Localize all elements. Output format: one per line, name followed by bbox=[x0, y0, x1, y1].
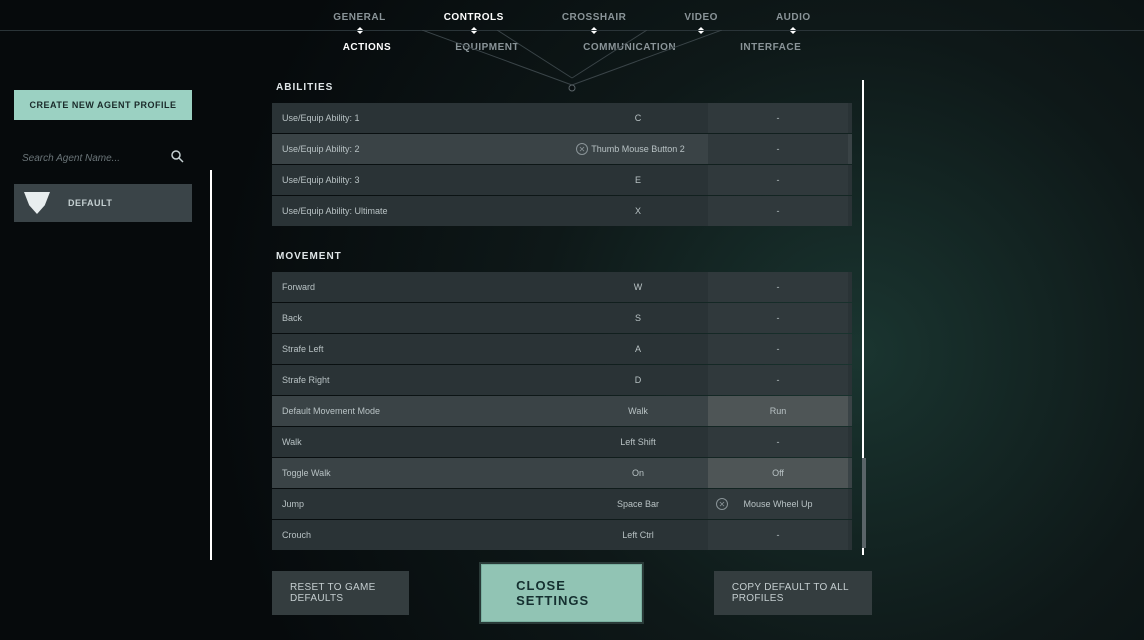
binding-row: Toggle WalkOnOff bbox=[272, 458, 852, 488]
tab-crosshair[interactable]: CROSSHAIR bbox=[562, 8, 627, 27]
sub-tabs: ACTIONS EQUIPMENT COMMUNICATION INTERFACE bbox=[0, 30, 1144, 61]
binding-label: Use/Equip Ability: 3 bbox=[272, 165, 568, 195]
subtab-equipment[interactable]: EQUIPMENT bbox=[455, 42, 519, 53]
binding-label: Strafe Right bbox=[272, 365, 568, 395]
binding-primary[interactable]: W bbox=[568, 272, 708, 302]
binding-label: Forward bbox=[272, 272, 568, 302]
binding-primary[interactable]: Left Ctrl bbox=[568, 520, 708, 550]
clear-binding-icon[interactable]: ✕ bbox=[576, 143, 588, 155]
binding-label: Use/Equip Ability: 1 bbox=[272, 103, 568, 133]
binding-row: JumpSpace Bar✕Mouse Wheel Up bbox=[272, 489, 852, 519]
sidebar: CREATE NEW AGENT PROFILE DEFAULT bbox=[14, 90, 192, 222]
settings-content: ABILITIESUse/Equip Ability: 1C-Use/Equip… bbox=[272, 78, 852, 556]
copy-profiles-button[interactable]: COPY DEFAULT TO ALL PROFILES bbox=[714, 571, 872, 615]
binding-primary[interactable]: Walk bbox=[568, 396, 708, 426]
create-profile-button[interactable]: CREATE NEW AGENT PROFILE bbox=[14, 90, 192, 120]
binding-primary[interactable]: On bbox=[568, 458, 708, 488]
tab-audio[interactable]: AUDIO bbox=[776, 8, 811, 27]
binding-row: Use/Equip Ability: UltimateX- bbox=[272, 196, 852, 226]
binding-label: Back bbox=[272, 303, 568, 333]
binding-label: Use/Equip Ability: 2 bbox=[272, 134, 568, 164]
binding-secondary[interactable]: - bbox=[708, 303, 848, 333]
subtab-communication[interactable]: COMMUNICATION bbox=[583, 42, 676, 53]
binding-row: Default Movement ModeWalkRun bbox=[272, 396, 852, 426]
clear-binding-icon[interactable]: ✕ bbox=[716, 498, 728, 510]
main-tabs: GENERAL CONTROLS CROSSHAIR VIDEO AUDIO bbox=[0, 0, 1144, 30]
binding-secondary[interactable]: - bbox=[708, 272, 848, 302]
tab-controls[interactable]: CONTROLS bbox=[444, 8, 504, 27]
binding-label: Crouch bbox=[272, 520, 568, 550]
binding-primary[interactable]: X bbox=[568, 196, 708, 226]
binding-secondary[interactable]: - bbox=[708, 427, 848, 457]
section-title: ABILITIES bbox=[276, 82, 852, 93]
binding-secondary[interactable]: - bbox=[708, 134, 848, 164]
binding-secondary[interactable]: - bbox=[708, 103, 848, 133]
binding-row: Use/Equip Ability: 2✕Thumb Mouse Button … bbox=[272, 134, 852, 164]
valorant-logo-icon bbox=[24, 192, 50, 214]
binding-row: Strafe RightD- bbox=[272, 365, 852, 395]
subtab-actions[interactable]: ACTIONS bbox=[343, 42, 392, 53]
binding-primary[interactable]: Left Shift bbox=[568, 427, 708, 457]
binding-secondary[interactable]: - bbox=[708, 365, 848, 395]
reset-defaults-button[interactable]: RESET TO GAME DEFAULTS bbox=[272, 571, 409, 615]
binding-primary[interactable]: C bbox=[568, 103, 708, 133]
search-icon[interactable] bbox=[171, 150, 184, 166]
binding-row: Strafe LeftA- bbox=[272, 334, 852, 364]
binding-label: Strafe Left bbox=[272, 334, 568, 364]
binding-label: Jump bbox=[272, 489, 568, 519]
binding-label: Default Movement Mode bbox=[272, 396, 568, 426]
binding-secondary[interactable]: - bbox=[708, 520, 848, 550]
binding-secondary[interactable]: - bbox=[708, 196, 848, 226]
scrollbar-thumb[interactable] bbox=[862, 458, 866, 548]
subtab-interface[interactable]: INTERFACE bbox=[740, 42, 801, 53]
binding-secondary[interactable]: Off bbox=[708, 458, 848, 488]
binding-row: CrouchLeft Ctrl- bbox=[272, 520, 852, 550]
profile-item-default[interactable]: DEFAULT bbox=[14, 184, 192, 222]
binding-label: Use/Equip Ability: Ultimate bbox=[272, 196, 568, 226]
binding-primary[interactable]: D bbox=[568, 365, 708, 395]
binding-row: Use/Equip Ability: 3E- bbox=[272, 165, 852, 195]
footer: RESET TO GAME DEFAULTS CLOSE SETTINGS CO… bbox=[272, 564, 872, 622]
binding-primary[interactable]: E bbox=[568, 165, 708, 195]
binding-label: Walk bbox=[272, 427, 568, 457]
tab-video[interactable]: VIDEO bbox=[684, 8, 718, 27]
close-settings-button[interactable]: CLOSE SETTINGS bbox=[481, 564, 642, 622]
binding-primary[interactable]: A bbox=[568, 334, 708, 364]
binding-secondary[interactable]: Run bbox=[708, 396, 848, 426]
binding-label: Toggle Walk bbox=[272, 458, 568, 488]
profile-label: DEFAULT bbox=[68, 198, 112, 208]
binding-secondary[interactable]: ✕Mouse Wheel Up bbox=[708, 489, 848, 519]
binding-secondary[interactable]: - bbox=[708, 165, 848, 195]
binding-primary[interactable]: S bbox=[568, 303, 708, 333]
binding-row: BackS- bbox=[272, 303, 852, 333]
binding-row: ForwardW- bbox=[272, 272, 852, 302]
binding-primary[interactable]: ✕Thumb Mouse Button 2 bbox=[568, 134, 708, 164]
binding-row: WalkLeft Shift- bbox=[272, 427, 852, 457]
binding-row: Use/Equip Ability: 1C- bbox=[272, 103, 852, 133]
search-input[interactable] bbox=[22, 153, 171, 164]
section-title: MOVEMENT bbox=[276, 251, 852, 262]
tab-general[interactable]: GENERAL bbox=[333, 8, 385, 27]
binding-primary[interactable]: Space Bar bbox=[568, 489, 708, 519]
scrollbar-left bbox=[210, 170, 212, 560]
binding-secondary[interactable]: - bbox=[708, 334, 848, 364]
search-wrap bbox=[14, 144, 192, 172]
